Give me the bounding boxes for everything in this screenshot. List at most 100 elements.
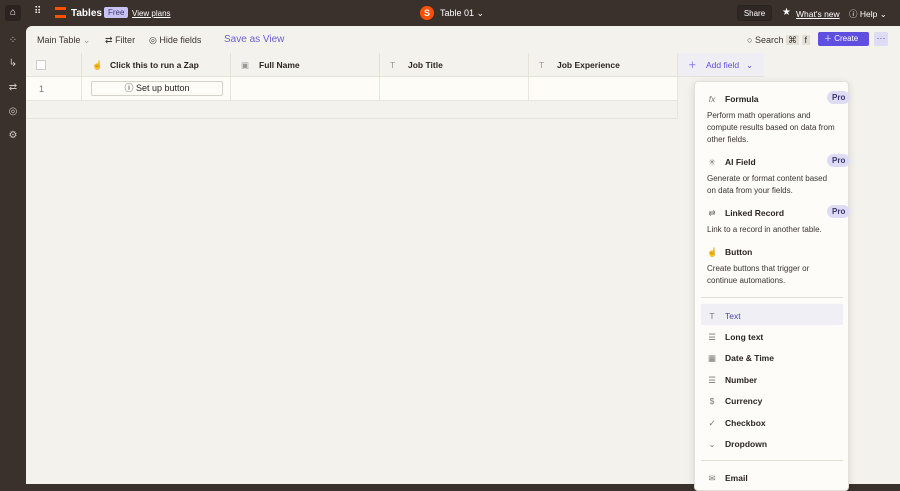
menu-item-label: Date & Time <box>725 353 774 363</box>
column-header[interactable]: T Job Experience <box>529 53 678 77</box>
zapier-logo-icon: S <box>420 6 434 20</box>
menu-item-label: Email <box>725 473 748 483</box>
menu-item-text-highlight <box>701 304 843 325</box>
hidden-icon[interactable]: ◎ <box>7 106 19 118</box>
create-button[interactable]: ＋ Create <box>818 32 869 46</box>
sparkle-icon: ✳ <box>708 157 716 167</box>
select-all-header <box>26 53 82 77</box>
plus-icon: ＋ <box>688 60 697 70</box>
menu-item-label: Text <box>725 311 741 321</box>
table-name: Table 01 <box>440 8 475 18</box>
menu-item-label: Number <box>725 375 758 385</box>
link-arrows-icon: ⇄ <box>708 208 716 218</box>
pro-badge: Pro <box>827 205 851 218</box>
table-name-dropdown[interactable]: Table 01 ⌄ <box>440 8 484 19</box>
pro-badge: Pro <box>827 154 851 167</box>
row-number: 1 <box>26 77 82 101</box>
apps-icon[interactable]: ⁘ <box>7 35 19 47</box>
button-icon: ☝ <box>92 60 103 70</box>
tables-logo-icon <box>55 7 66 18</box>
create-label: Create <box>834 34 859 43</box>
column-label: Full Name <box>259 60 300 70</box>
column-label: Job Experience <box>557 60 620 70</box>
whats-new-link[interactable]: What's new <box>796 9 840 19</box>
apps-grid-icon[interactable]: ⠿ <box>34 6 41 17</box>
text-icon: T <box>390 60 396 70</box>
column-header[interactable]: ☝ Click this to run a Zap <box>82 53 231 77</box>
search-button[interactable]: ○ Search ⌘ f <box>747 35 811 46</box>
search-icon: ○ <box>747 35 753 45</box>
view-selector[interactable]: Main Table ⌄ <box>37 35 90 46</box>
long-text-icon: ☰ <box>708 332 716 342</box>
search-label: Search <box>754 35 784 45</box>
add-field-menu: fx Formula Pro Perform math operations and… <box>694 81 851 491</box>
filter-label: Filter <box>115 35 136 45</box>
calendar-icon: ▦ <box>707 353 717 363</box>
top-bar: ⌂ ⠿ Tables Free View plans S Table 01 ⌄ … <box>0 0 900 26</box>
filter-icon[interactable]: ⇄ <box>7 82 19 94</box>
menu-item-desc: Link to a record in another table. <box>707 225 822 234</box>
plus-icon: ＋ <box>824 34 832 43</box>
add-field-label: Add field <box>706 60 740 70</box>
hide-fields-label: Hide fields <box>159 35 202 45</box>
alert-icon: ⓘ <box>124 83 134 93</box>
table-row-cell[interactable] <box>380 77 529 101</box>
menu-item-desc: Create buttons that trigger or continue … <box>707 264 810 285</box>
help-label: Help <box>859 9 878 19</box>
filter-icon: ⇄ <box>105 35 113 45</box>
select-all-checkbox[interactable] <box>36 60 46 70</box>
view-plans-link[interactable]: View plans <box>132 9 171 18</box>
plan-badge: Free <box>104 7 129 18</box>
help-button[interactable]: ⓘ Help ⌄ <box>849 8 887 20</box>
divider <box>701 460 843 461</box>
divider <box>701 297 843 298</box>
name-icon: ▣ <box>241 60 250 70</box>
menu-item-desc: Perform math operations and compute resu… <box>707 111 835 144</box>
menu-item-label: Checkbox <box>725 418 766 428</box>
left-sidebar: ⁘ ↳ ⇄ ◎ ⚙ <box>0 26 26 484</box>
table-row-cell[interactable] <box>529 77 678 101</box>
column-header[interactable]: ▣ Full Name <box>231 53 380 77</box>
help-icon: ⓘ <box>849 9 858 19</box>
menu-item-label: Button <box>725 247 753 257</box>
more-options-button[interactable]: ⋯ <box>874 32 888 46</box>
chevron-down-icon: ⌄ <box>746 60 754 70</box>
home-icon[interactable]: ⌂ <box>5 5 21 21</box>
menu-item-desc: Generate or format content based on data… <box>707 174 828 195</box>
menu-item-label: Dropdown <box>725 439 768 449</box>
menu-item-label: AI Field <box>725 157 756 167</box>
column-header[interactable]: T Job Title <box>380 53 529 77</box>
dollar-icon: $ <box>709 396 715 406</box>
shortcut-cmd: ⌘ <box>786 35 799 45</box>
shortcut-key: f <box>801 35 811 45</box>
menu-item-label: Linked Record <box>725 208 785 218</box>
star-icon: ★ <box>782 7 791 18</box>
save-as-view-button[interactable]: Save as View <box>224 34 284 45</box>
menu-item-label: Formula <box>725 94 759 104</box>
mail-icon: ✉ <box>708 473 716 483</box>
chevron-down-icon: ⌄ <box>879 9 887 19</box>
set-up-label: Set up button <box>135 83 190 93</box>
view-name: Main Table <box>37 35 81 45</box>
zap-icon[interactable]: ↳ <box>7 58 19 70</box>
text-icon: T <box>709 311 715 321</box>
app-name: Tables <box>71 8 102 19</box>
menu-item-label: Currency <box>725 396 763 406</box>
table-row-cell[interactable] <box>231 77 380 101</box>
pro-badge: Pro <box>827 91 851 104</box>
add-row[interactable] <box>26 101 678 119</box>
set-up-button[interactable]: ⓘ Set up button <box>91 81 223 96</box>
thumb-icon: ☝ <box>707 247 718 257</box>
add-field-button[interactable]: ＋ Add field ⌄ <box>678 53 764 77</box>
formula-icon: fx <box>708 94 716 104</box>
share-button[interactable]: Share <box>737 5 772 21</box>
chevron-down-icon: ⌄ <box>82 35 91 45</box>
text-icon: T <box>539 60 545 70</box>
settings-icon[interactable]: ⚙ <box>7 130 19 142</box>
menu-item-label: Long text <box>725 332 764 342</box>
hide-fields-button[interactable]: ◎ Hide fields <box>149 35 201 46</box>
column-label: Job Title <box>408 60 443 70</box>
number-icon: ☰ <box>708 375 716 385</box>
filter-button[interactable]: ⇄ Filter <box>105 35 135 46</box>
chevron-down-icon: ⌄ <box>476 8 485 18</box>
